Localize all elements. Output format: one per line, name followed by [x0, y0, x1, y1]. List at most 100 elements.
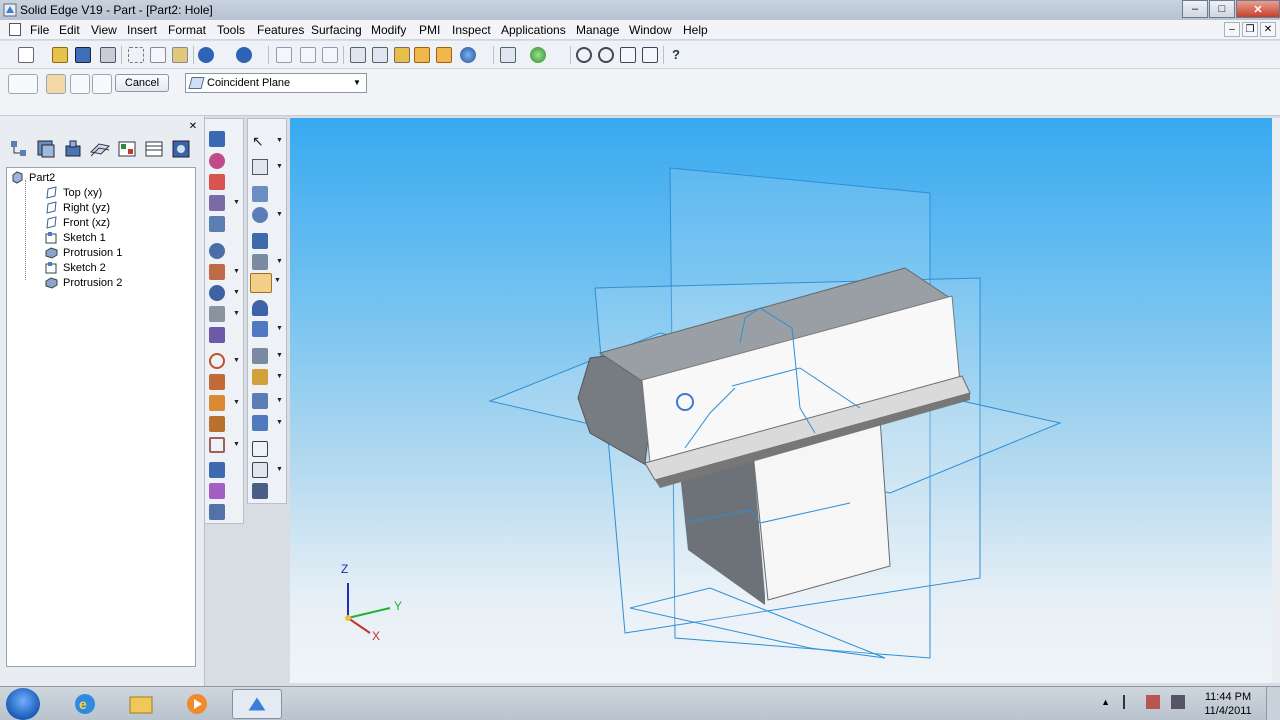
paste-icon[interactable]	[172, 47, 188, 63]
layers-tab-icon[interactable]	[35, 138, 57, 160]
graphics-window[interactable]: Z Y X	[290, 118, 1280, 683]
vent-icon[interactable]	[209, 395, 225, 411]
menu-modify[interactable]: Modify	[371, 23, 406, 37]
split-icon[interactable]	[252, 483, 268, 499]
zoom-area-magnifier-icon[interactable]	[598, 47, 614, 63]
menu-insert[interactable]: Insert	[127, 23, 157, 37]
volume-icon[interactable]	[1171, 695, 1185, 709]
copy-icon[interactable]	[150, 47, 166, 63]
loft-icon[interactable]	[252, 254, 268, 270]
tree-item-top-plane[interactable]: Top (xy)	[45, 185, 102, 200]
menu-help[interactable]: Help	[683, 23, 708, 37]
hole-options-icon[interactable]	[8, 74, 38, 94]
menu-format[interactable]: Format	[168, 23, 206, 37]
shaded-edges-icon[interactable]	[414, 47, 430, 63]
surface-icon[interactable]	[252, 321, 268, 337]
menu-window[interactable]: Window	[629, 23, 672, 37]
rotate-icon[interactable]	[530, 47, 546, 63]
start-button[interactable]	[6, 688, 40, 720]
select-tool-icon[interactable]	[276, 47, 292, 63]
zoom-area-icon[interactable]	[322, 47, 338, 63]
tree-item-protrusion-2[interactable]: Protrusion 2	[45, 275, 122, 290]
menu-tools[interactable]: Tools	[217, 23, 245, 37]
engineering-reference-tab-icon[interactable]	[170, 138, 192, 160]
feature-library-tab-icon[interactable]	[116, 138, 138, 160]
menu-manage[interactable]: Manage	[576, 23, 619, 37]
sensors-tab-icon[interactable]	[89, 138, 111, 160]
solid-edge-taskbar-icon[interactable]	[232, 689, 282, 719]
menu-features[interactable]: Features	[257, 23, 304, 37]
document-icon[interactable]	[9, 23, 21, 36]
shaded-icon[interactable]	[394, 47, 410, 63]
swept-icon[interactable]	[252, 207, 268, 223]
hole-step-icon[interactable]	[70, 74, 90, 94]
fit-view-icon[interactable]	[620, 47, 636, 63]
close-button[interactable]: ✕	[1236, 0, 1280, 18]
vertical-scrollbar[interactable]	[1272, 118, 1280, 683]
tree-item-sketch-2[interactable]: Sketch 2	[45, 260, 106, 275]
thread-icon[interactable]	[209, 504, 225, 520]
minimize-button[interactable]: –	[1182, 0, 1208, 18]
coordinate-system-icon[interactable]	[252, 462, 268, 478]
hole-active-icon[interactable]	[250, 273, 272, 293]
mounting-boss-icon[interactable]	[209, 437, 225, 453]
blend-icon[interactable]	[252, 300, 268, 316]
explorer-folder-icon[interactable]	[116, 689, 166, 719]
revolved-protrusion-icon[interactable]	[209, 153, 225, 169]
action-center-flag-icon[interactable]	[1123, 695, 1135, 709]
network-icon[interactable]	[1146, 695, 1160, 709]
move-face-icon[interactable]	[252, 415, 268, 431]
mirror-icon[interactable]	[209, 483, 225, 499]
smooth-shaded-icon[interactable]	[436, 47, 452, 63]
sketch-tool-icon[interactable]	[252, 159, 268, 175]
chevron-down-icon[interactable]: ▼	[350, 76, 364, 90]
chamfer-icon[interactable]	[209, 264, 225, 280]
parts-library-tab-icon[interactable]	[62, 138, 84, 160]
hole-tool-icon[interactable]	[209, 216, 225, 232]
print-icon[interactable]	[100, 47, 116, 63]
feature-pathfinder-tab-icon[interactable]	[8, 138, 30, 160]
view-globe-icon[interactable]	[460, 47, 476, 63]
tree-item-protrusion-1[interactable]: Protrusion 1	[45, 245, 122, 260]
menu-inspect[interactable]: Inspect	[452, 23, 491, 37]
menu-pmi[interactable]: PMI	[419, 23, 440, 37]
plane-step-icon[interactable]	[46, 74, 66, 94]
pan-icon[interactable]	[642, 47, 658, 63]
new-icon[interactable]	[18, 47, 34, 63]
curve-icon[interactable]	[252, 441, 268, 457]
rib-icon[interactable]	[209, 327, 225, 343]
cutout-icon[interactable]	[209, 174, 225, 190]
lip-icon[interactable]	[209, 374, 225, 390]
doc-restore-button[interactable]: ❐	[1242, 22, 1258, 37]
menu-file[interactable]: File	[30, 23, 49, 37]
fit-icon[interactable]	[300, 47, 316, 63]
show-desktop-button[interactable]	[1266, 687, 1280, 720]
wireframe-icon[interactable]	[350, 47, 366, 63]
helix-icon[interactable]	[209, 353, 225, 369]
undo-icon[interactable]	[198, 47, 214, 63]
offset-icon[interactable]	[252, 348, 268, 364]
internet-explorer-icon[interactable]: e	[60, 689, 110, 719]
whats-this-help-icon[interactable]: ?	[668, 47, 684, 63]
tree-item-sketch-1[interactable]: Sketch 1	[45, 230, 106, 245]
menu-surfacing[interactable]: Surfacing	[311, 23, 362, 37]
menu-view[interactable]: View	[91, 23, 117, 37]
round-icon[interactable]	[209, 243, 225, 259]
plane-option-select[interactable]: Coincident Plane ▼	[185, 73, 367, 93]
cancel-button[interactable]: Cancel	[115, 74, 169, 92]
construction-icon[interactable]	[252, 186, 268, 202]
visible-edges-icon[interactable]	[372, 47, 388, 63]
doc-close-button[interactable]: ✕	[1260, 22, 1276, 37]
select-arrow-icon[interactable]: ↖	[252, 133, 268, 149]
tree-root-part2[interactable]: Part2	[11, 170, 55, 185]
view-orientation-icon[interactable]	[500, 47, 516, 63]
revolved-cutout-icon[interactable]	[209, 195, 225, 211]
clock[interactable]: 11:44 PM 11/4/2011	[1198, 690, 1258, 718]
menu-edit[interactable]: Edit	[59, 23, 80, 37]
menu-applications[interactable]: Applications	[501, 23, 566, 37]
cut-icon[interactable]	[128, 47, 144, 63]
tree-item-front-plane[interactable]: Front (xz)	[45, 215, 110, 230]
protrusion-tool-icon[interactable]	[209, 131, 225, 147]
emboss-icon[interactable]	[252, 369, 268, 385]
pattern-icon[interactable]	[209, 462, 225, 478]
